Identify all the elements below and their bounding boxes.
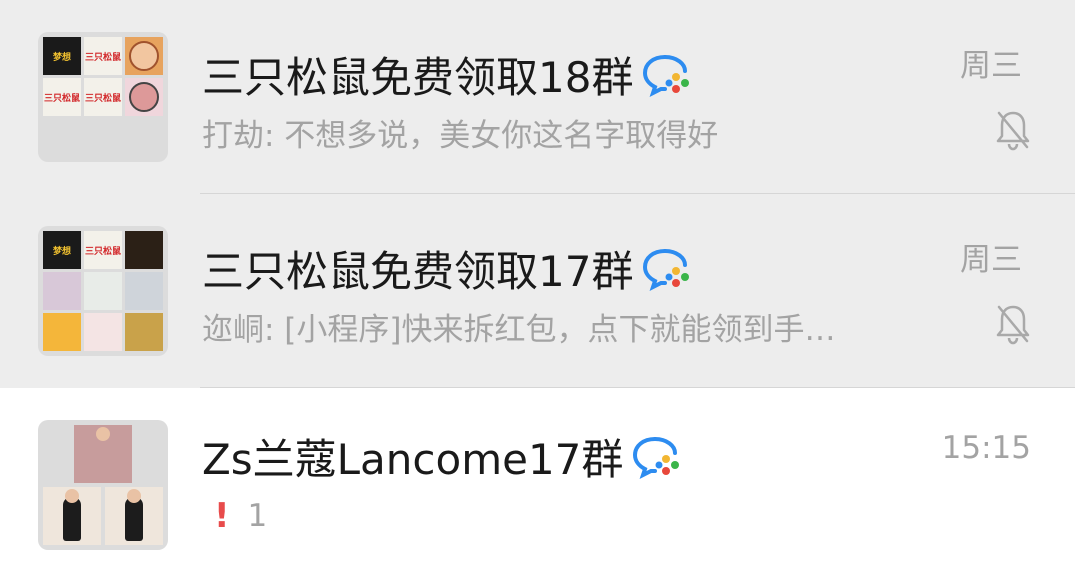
avatar-tile	[84, 313, 122, 351]
chat-title: Zs兰蔻Lancome17群	[202, 426, 683, 487]
chat-title-text: 三只松鼠免费领取18群	[202, 53, 634, 102]
group-avatar[interactable]: 梦想 三只松鼠	[38, 226, 168, 356]
wecom-group-icon	[633, 436, 680, 479]
avatar-tile: 梦想	[43, 231, 81, 269]
avatar-tile: 三只松鼠	[84, 37, 122, 75]
group-avatar[interactable]	[38, 420, 168, 550]
alert-icon: !	[214, 496, 230, 536]
chat-list: 梦想 三只松鼠 三只松鼠 三只松鼠 三只松鼠免费领取18群 打劫: 不想多说，美…	[0, 0, 1075, 580]
chat-row-2[interactable]: 梦想 三只松鼠 三只松鼠免费领取17群 迩峒: [小程序]快来拆红包，点下就能领…	[0, 194, 1075, 388]
chat-time: 周三	[960, 48, 1022, 84]
group-avatar[interactable]: 梦想 三只松鼠 三只松鼠 三只松鼠	[38, 32, 168, 162]
bell-muted-icon	[996, 111, 1030, 151]
chat-row-1[interactable]: 梦想 三只松鼠 三只松鼠 三只松鼠 三只松鼠免费领取18群 打劫: 不想多说，美…	[0, 0, 1075, 194]
chat-title-text: 三只松鼠免费领取17群	[202, 247, 634, 296]
avatar-tile: 三只松鼠	[43, 78, 81, 116]
wecom-group-icon	[643, 248, 690, 291]
chat-time: 15:15	[941, 430, 1031, 466]
avatar-tile	[43, 272, 81, 310]
chat-title: 三只松鼠免费领取18群	[202, 44, 693, 105]
avatar-tile	[43, 313, 81, 351]
avatar-tile	[43, 487, 101, 545]
chat-time: 周三	[960, 242, 1022, 278]
avatar-tile	[105, 487, 163, 545]
avatar-tile: 三只松鼠	[84, 231, 122, 269]
avatar-tile	[125, 37, 163, 75]
avatar-tile	[125, 313, 163, 351]
chat-title: 三只松鼠免费领取17群	[202, 238, 693, 299]
avatar-tile	[125, 78, 163, 116]
avatar-tile	[74, 425, 132, 483]
avatar-tile	[125, 272, 163, 310]
avatar-tile: 三只松鼠	[84, 78, 122, 116]
chat-title-text: Zs兰蔻Lancome17群	[202, 435, 624, 484]
chat-preview-text: 1	[247, 498, 268, 534]
avatar-tile	[125, 231, 163, 269]
avatar-tile: 梦想	[43, 37, 81, 75]
avatar-tile	[84, 272, 122, 310]
wecom-group-icon	[643, 54, 690, 97]
chat-preview: 迩峒: [小程序]快来拆红包，点下就能领到手…	[202, 312, 836, 348]
chat-preview: ! 1	[202, 496, 267, 536]
bell-muted-icon	[996, 305, 1030, 345]
chat-row-3[interactable]: Zs兰蔻Lancome17群 ! 1 15:15	[0, 388, 1075, 580]
chat-preview: 打劫: 不想多说，美女你这名字取得好	[202, 118, 719, 154]
